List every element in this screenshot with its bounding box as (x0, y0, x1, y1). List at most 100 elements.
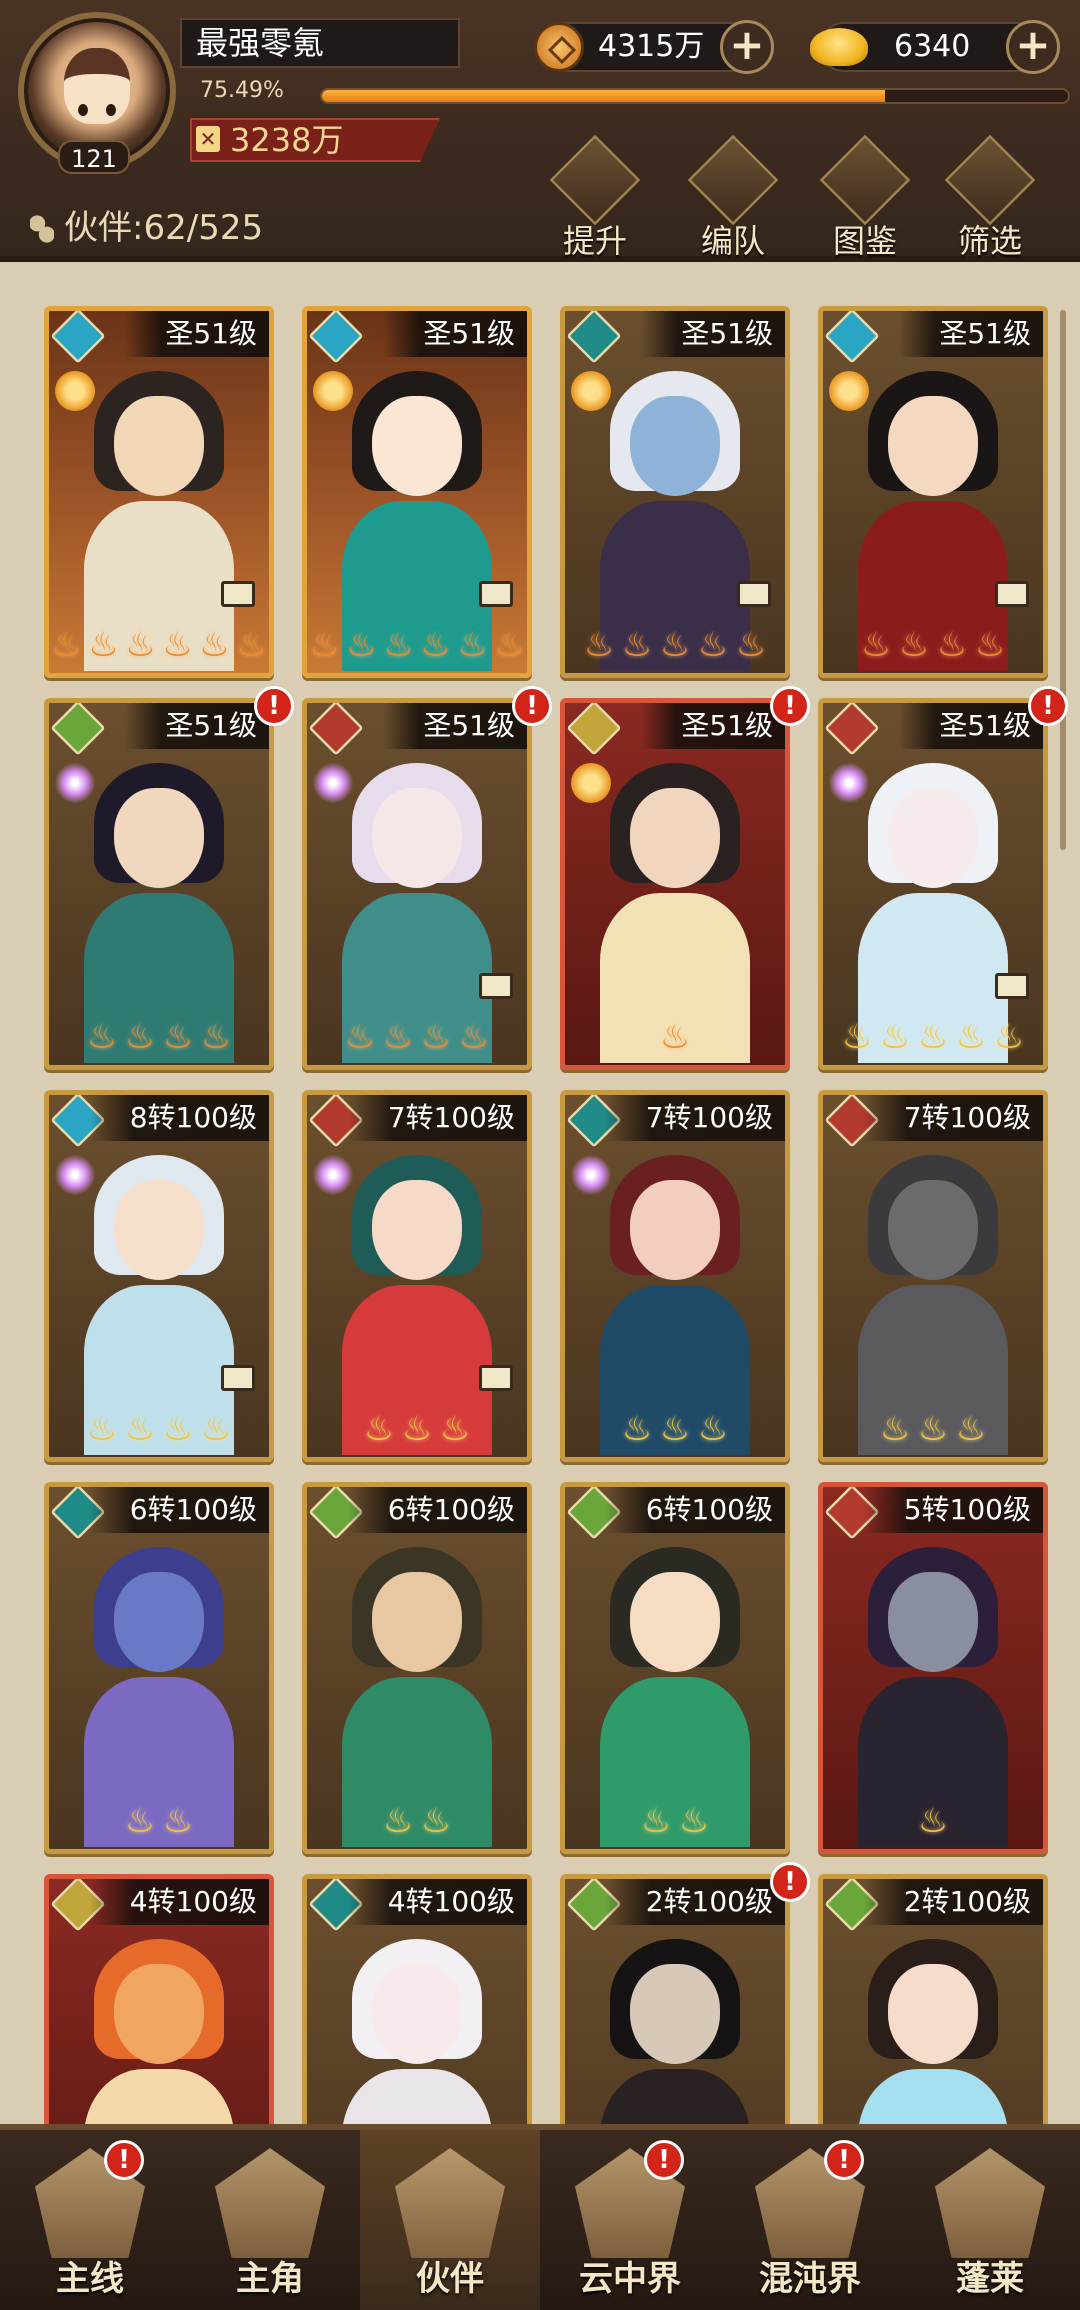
lotus-class-icon (571, 763, 611, 803)
partner-card[interactable]: 圣51级 ♨ (560, 698, 790, 1070)
partner-portrait (59, 1527, 259, 1847)
alert-badge: ! (770, 1862, 810, 1902)
flame-star-icon: ♨ (621, 1409, 653, 1449)
nav-tab-4[interactable]: 混沌界! (720, 2130, 900, 2310)
spark-class-icon (55, 1155, 95, 1195)
portrait-face (372, 1180, 462, 1280)
filter-button[interactable]: 筛选 (935, 134, 1045, 260)
partner-card[interactable]: 6转100级 ♨ ♨ (302, 1482, 532, 1854)
nav-tab-3[interactable]: 云中界! (540, 2130, 720, 2310)
star-rating: ♨ ♨ ♨ (823, 1409, 1043, 1453)
partner-card[interactable]: 2转100级 (818, 1874, 1048, 2124)
partner-card[interactable]: 圣51级 ♨ ♨ ♨ ♨ (302, 698, 532, 1070)
partner-card[interactable]: 6转100级 ♨ ♨ (560, 1482, 790, 1854)
partner-card[interactable]: 7转100级 ♨ ♨ ♨ (560, 1090, 790, 1462)
flame-star-icon: ♨ (124, 1409, 156, 1449)
alert-badge: ! (512, 686, 552, 726)
filter-icon (944, 134, 1036, 226)
flame-star-icon: ♨ (917, 1801, 949, 1841)
formation-button[interactable]: 编队 (678, 134, 788, 260)
partner-level: 圣51级 (125, 311, 269, 357)
portrait-body (84, 2069, 234, 2124)
partner-card[interactable]: 圣51级 ♨ ♨ ♨ ♨ ♨ (560, 306, 790, 678)
flame-star-icon: ♨ (420, 625, 451, 665)
equipment-icon (995, 973, 1029, 999)
partner-level: 6转100级 (605, 1487, 785, 1533)
upgrade-button[interactable]: 提升 (540, 134, 650, 260)
partner-card[interactable]: 5转100级 ♨ (818, 1482, 1048, 1854)
partner-card[interactable]: 圣51级 ♨ ♨ ♨ ♨ (818, 306, 1048, 678)
partner-card[interactable]: 8转100级 ♨ ♨ ♨ ♨ (44, 1090, 274, 1462)
star-rating: ♨ ♨ ♨ ♨ (307, 1017, 527, 1061)
star-rating: ♨ ♨ ♨ (307, 1409, 527, 1453)
flame-star-icon: ♨ (936, 625, 968, 665)
exp-bar-fill (322, 90, 886, 102)
nav-tab-5[interactable]: 蓬莱 (900, 2130, 1080, 2310)
flame-star-icon: ♨ (697, 1409, 729, 1449)
portrait-face (114, 788, 204, 888)
spark-class-icon (313, 763, 353, 803)
codex-button[interactable]: 图鉴 (810, 134, 920, 260)
equipment-icon (995, 581, 1029, 607)
partner-card[interactable]: 圣51级 ♨ ♨ ♨ ♨ (44, 698, 274, 1070)
flame-star-icon: ♨ (162, 1017, 194, 1057)
equipment-icon (221, 1365, 255, 1391)
add-gold-button[interactable]: + (1006, 20, 1060, 74)
partner-level: 圣51级 (641, 311, 785, 357)
partner-portrait (833, 1919, 1033, 2124)
flame-star-icon: ♨ (383, 625, 414, 665)
portrait-body (342, 2069, 492, 2124)
flame-star-icon: ♨ (917, 1017, 949, 1057)
flame-star-icon: ♨ (344, 1017, 376, 1057)
nav-tab-1[interactable]: 主角 (180, 2130, 360, 2310)
partner-card[interactable]: 2转100级 (560, 1874, 790, 2124)
lotus-class-icon (829, 371, 869, 411)
partner-card[interactable]: 圣51级 ♨ ♨ ♨ ♨ ♨ ♨ (44, 306, 274, 678)
partner-portrait (317, 1919, 517, 2124)
flame-star-icon: ♨ (917, 1409, 949, 1449)
star-rating: ♨ ♨ ♨ (565, 1409, 785, 1453)
flame-star-icon: ♨ (200, 1409, 232, 1449)
flame-star-icon: ♨ (162, 1409, 194, 1449)
flame-star-icon: ♨ (841, 1017, 873, 1057)
alert-badge: ! (104, 2140, 144, 2180)
grid-scrollbar[interactable] (1060, 310, 1066, 850)
flame-star-icon: ♨ (86, 1409, 118, 1449)
flame-star-icon: ♨ (124, 1017, 156, 1057)
scroll-icon (819, 134, 911, 226)
nav-tab-label: 主角 (236, 2259, 304, 2299)
partner-card[interactable]: 4转100级 (302, 1874, 532, 2124)
portrait-body (600, 2069, 750, 2124)
exp-bar (320, 88, 1070, 104)
partner-card[interactable]: 圣51级 ♨ ♨ ♨ ♨ ♨ ♨ (302, 306, 532, 678)
partner-count-value: 62/525 (143, 208, 264, 248)
partner-card[interactable]: 6转100级 ♨ ♨ (44, 1482, 274, 1854)
equipment-icon (479, 581, 513, 607)
partner-card[interactable]: 圣51级 ♨ ♨ ♨ ♨ ♨ (818, 698, 1048, 1070)
nav-tab-0[interactable]: 主线! (0, 2130, 180, 2310)
partner-card[interactable]: 4转100级 (44, 1874, 274, 2124)
partner-card[interactable]: 7转100级 ♨ ♨ ♨ (302, 1090, 532, 1462)
portrait-body (858, 2069, 1008, 2124)
star-rating: ♨ ♨ (49, 1801, 269, 1845)
portrait-face (114, 1180, 204, 1280)
partner-portrait (59, 1919, 259, 2124)
add-copper-button[interactable]: + (720, 20, 774, 74)
bottom-nav: 主线! 主角 伙伴 云中界! 混沌界! 蓬莱 (0, 2124, 1080, 2310)
flame-star-icon: ♨ (974, 625, 1006, 665)
spark-class-icon (571, 1155, 611, 1195)
partner-card[interactable]: 7转100级 ♨ ♨ ♨ (818, 1090, 1048, 1462)
exp-percent: 75.49% (200, 78, 284, 103)
portrait-face (630, 788, 720, 888)
partner-portrait (575, 1919, 775, 2124)
nav-tab-2[interactable]: 伙伴 (360, 2130, 540, 2310)
equipment-icon (479, 973, 513, 999)
flame-star-icon: ♨ (659, 1409, 691, 1449)
partner-portrait (833, 1527, 1033, 1847)
nav-tab-label: 云中界 (579, 2259, 681, 2299)
nav-tab-label: 蓬莱 (956, 2259, 1024, 2299)
portrait-face (630, 1180, 720, 1280)
moon-class-icon (313, 371, 353, 411)
flame-star-icon: ♨ (898, 625, 930, 665)
flame-star-icon: ♨ (420, 1017, 452, 1057)
